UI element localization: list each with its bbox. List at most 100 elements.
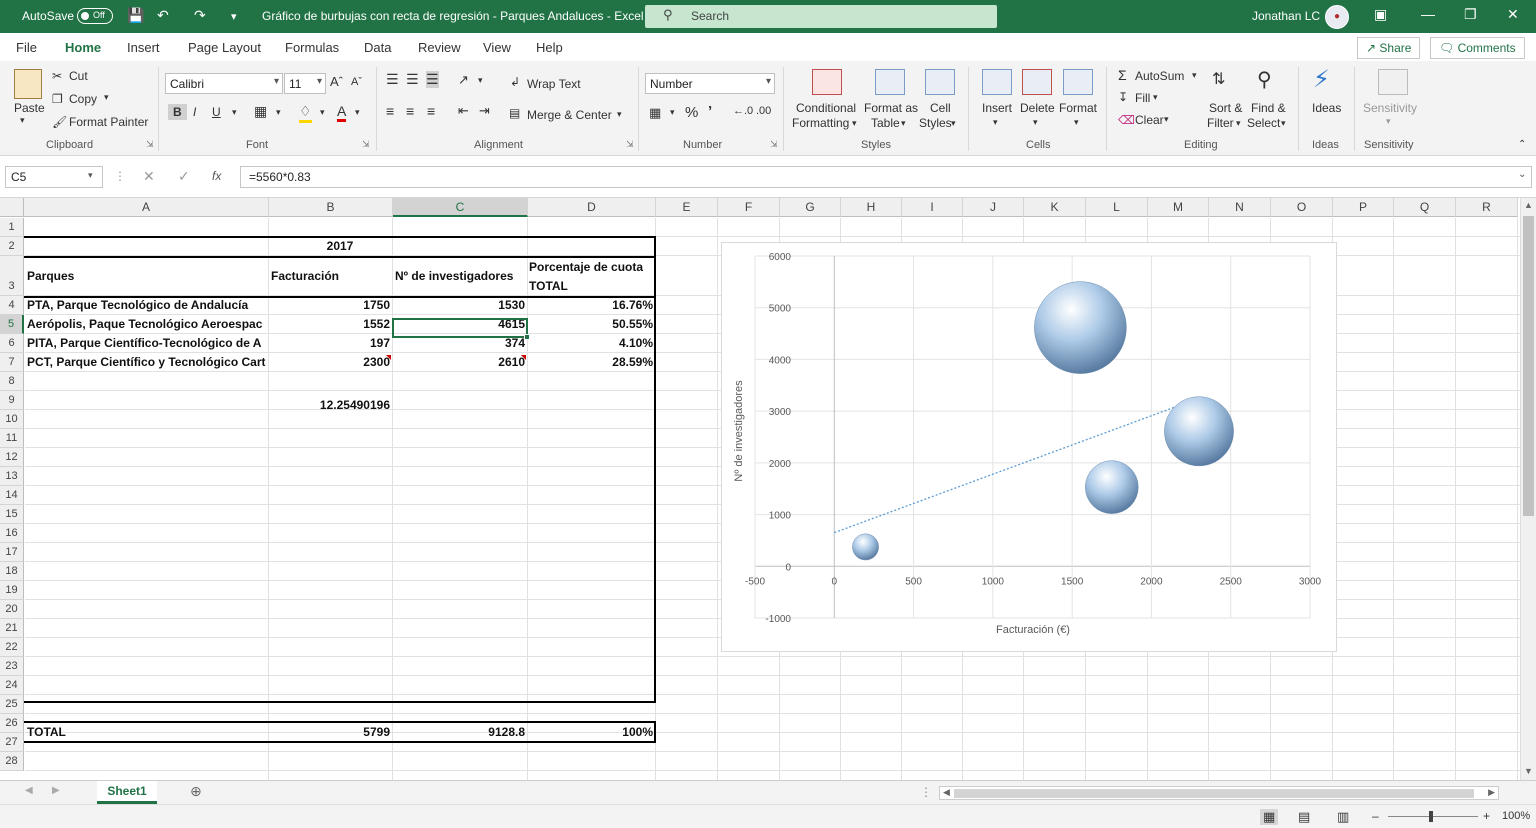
row-header-12[interactable]: 12 (0, 448, 24, 467)
tab-formulas[interactable]: Formulas (285, 40, 339, 55)
minimize-icon[interactable]: — (1421, 6, 1435, 22)
row-header-7[interactable]: 7 (0, 353, 24, 372)
autosum-button[interactable]: AutoSum (1135, 69, 1184, 83)
enter-icon[interactable]: ✓ (178, 168, 190, 185)
tab-data[interactable]: Data (364, 40, 391, 55)
wrap-text-icon[interactable]: ↲ (510, 75, 520, 89)
zoom-slider[interactable] (1388, 816, 1478, 817)
row-header-13[interactable]: 13 (0, 467, 24, 486)
prev-sheet-icon[interactable]: ◀ (25, 785, 33, 796)
cell-total-porcentaje[interactable]: 100% (528, 723, 655, 742)
comma-style-icon[interactable]: ’ (708, 103, 712, 120)
column-header-i[interactable]: I (902, 198, 963, 217)
zoom-in-icon[interactable]: + (1483, 809, 1490, 823)
column-header-o[interactable]: O (1271, 198, 1333, 217)
cell-styles-label[interactable]: Styles (919, 116, 952, 130)
align-right-icon[interactable]: ≡ (427, 103, 435, 119)
ribbon-display-icon[interactable]: ▣ (1374, 6, 1387, 23)
insert-function-icon[interactable]: fx (212, 169, 221, 183)
column-header-f[interactable]: F (718, 198, 780, 217)
cell-a4[interactable]: PTA, Parque Tecnológico de Andalucía (27, 296, 267, 315)
fill-button[interactable]: Fill (1135, 91, 1150, 105)
worksheet-grid[interactable]: ABCDEFGHIJKLMNOPQR 1 2 3 4 5 6 7 8 9 10 11 12 13 14 15… (0, 198, 1520, 780)
cell-total-investigadores[interactable]: 9128.8 (393, 723, 527, 742)
expand-formula-bar-icon[interactable]: ⌄ (1518, 169, 1526, 180)
format-as-table-label[interactable]: Table (871, 116, 900, 130)
page-layout-view-icon[interactable]: ▤ (1298, 809, 1310, 825)
cell-header-porcentaje[interactable]: Porcentaje de cuota (529, 260, 654, 276)
name-box-dropdown-icon[interactable]: ▾ (88, 170, 93, 181)
format-as-table-icon[interactable] (875, 69, 905, 95)
tab-split-icon[interactable]: ⋮ (920, 785, 932, 799)
format-painter-button[interactable]: Format Painter (69, 115, 148, 129)
cell-d7[interactable]: 28.59% (528, 353, 655, 372)
column-header-a[interactable]: A (24, 198, 269, 217)
delete-dropdown-icon[interactable]: ▾ (1033, 117, 1038, 128)
comment-indicator[interactable] (386, 355, 391, 360)
bubble-chart[interactable]: -1000 0 1000 2000 3000 4000 5000 6000 -500 0 500 10… (721, 242, 1337, 652)
align-center-icon[interactable]: ≡ (406, 103, 414, 119)
accounting-dropdown-icon[interactable]: ▾ (670, 107, 675, 118)
cancel-icon[interactable]: ✕ (143, 168, 155, 185)
font-name-select[interactable]: Calibri (165, 73, 283, 94)
row-header-4[interactable]: 4 (0, 296, 24, 315)
font-color-icon[interactable]: A (337, 103, 347, 122)
font-launcher-icon[interactable]: ⇲ (362, 139, 370, 150)
row-header-16[interactable]: 16 (0, 524, 24, 543)
share-button[interactable]: ↗ Share (1357, 37, 1421, 59)
fill-icon[interactable]: ↧ (1118, 90, 1128, 104)
align-bottom-icon[interactable]: ☰ (426, 71, 439, 88)
increase-indent-icon[interactable]: ⇥ (479, 103, 490, 119)
row-header-11[interactable]: 11 (0, 429, 24, 448)
redo-icon[interactable]: ↷ (194, 7, 206, 24)
row-header-2[interactable]: 2 (0, 237, 24, 256)
row-header-5[interactable]: 5 (0, 315, 24, 334)
tab-page-layout[interactable]: Page Layout (188, 40, 261, 55)
cell-d5[interactable]: 50.55% (528, 315, 655, 334)
cell-b9[interactable]: 12.25490196 (269, 396, 392, 415)
cell-styles-dropdown-icon[interactable]: ▾ (951, 118, 956, 129)
format-as-table-dropdown-icon[interactable]: ▾ (901, 118, 906, 129)
new-sheet-icon[interactable]: ⊕ (190, 783, 202, 800)
find-select-button[interactable]: Find & (1251, 101, 1286, 115)
cell-header-facturacion[interactable]: Facturación (271, 257, 391, 296)
row-header-24[interactable]: 24 (0, 676, 24, 695)
scroll-left-icon[interactable]: ◀ (943, 787, 950, 798)
cell-d6[interactable]: 4.10% (528, 334, 655, 353)
zoom-out-icon[interactable]: – (1372, 809, 1379, 823)
insert-dropdown-icon[interactable]: ▾ (993, 117, 998, 128)
underline-button[interactable]: U (212, 105, 221, 119)
row-header-1[interactable]: 1 (0, 218, 24, 237)
clear-dropdown-icon[interactable]: ▾ (1164, 114, 1169, 125)
delete-button[interactable]: Delete (1020, 101, 1055, 115)
comment-indicator[interactable] (521, 355, 526, 360)
autosum-icon[interactable]: Σ (1118, 67, 1127, 83)
cut-icon[interactable]: ✂ (52, 69, 62, 83)
select-all-corner[interactable] (0, 198, 24, 217)
autosave-toggle[interactable]: Off (77, 8, 113, 24)
merge-center-icon[interactable]: ▤ (509, 106, 520, 120)
row-header-23[interactable]: 23 (0, 657, 24, 676)
increase-decimal-icon[interactable]: ←.0 (733, 105, 753, 117)
row-header-20[interactable]: 20 (0, 600, 24, 619)
find-select-icon[interactable]: ⚲ (1257, 67, 1272, 92)
find-select-dropdown-icon[interactable]: ▾ (1281, 118, 1286, 129)
format-button[interactable]: Format (1059, 101, 1097, 115)
row-header-8[interactable]: 8 (0, 372, 24, 391)
tab-help[interactable]: Help (536, 40, 563, 55)
row-header-3[interactable]: 3 (0, 256, 24, 296)
scroll-thumb[interactable] (1523, 216, 1534, 516)
row-header-6[interactable]: 6 (0, 334, 24, 353)
row-header-26[interactable]: 26 (0, 714, 24, 733)
row-header-19[interactable]: 19 (0, 581, 24, 600)
restore-icon[interactable]: ❐ (1464, 6, 1477, 23)
vertical-scrollbar[interactable]: ▲ ▼ (1520, 198, 1536, 780)
scroll-up-icon[interactable]: ▲ (1524, 200, 1533, 210)
bold-button[interactable]: B (168, 104, 187, 120)
row-header-25[interactable]: 25 (0, 695, 24, 714)
merge-center-dropdown-icon[interactable]: ▾ (617, 109, 622, 120)
align-left-icon[interactable]: ≡ (386, 103, 394, 119)
next-sheet-icon[interactable]: ▶ (52, 785, 60, 796)
cell-a7[interactable]: PCT, Parque Científico y Tecnológico Car… (27, 353, 267, 372)
number-format-select[interactable]: Number (645, 73, 775, 94)
